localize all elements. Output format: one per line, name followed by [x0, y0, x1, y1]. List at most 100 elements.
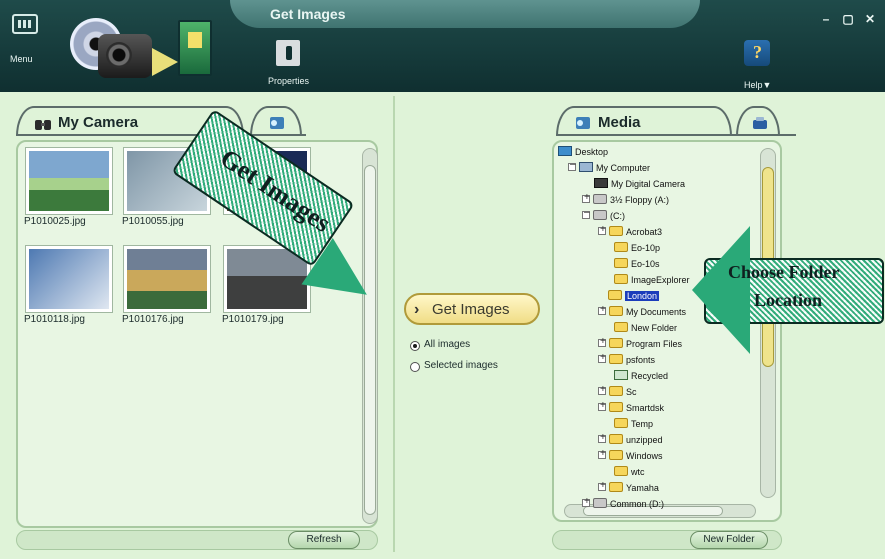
camera-icon [98, 34, 152, 78]
tree-item-my-documents[interactable]: My Documents [598, 304, 686, 321]
tree-item-yamaha[interactable]: Yamaha [598, 480, 659, 497]
thumbnail-label-5: P1010176.jpg [122, 314, 184, 325]
close-button[interactable]: ✕ [862, 12, 878, 26]
tab-media[interactable]: Media [556, 106, 732, 136]
radio-all-images-label: All images [424, 339, 471, 350]
menu-button[interactable]: Menu [10, 14, 44, 64]
folder-icon [609, 386, 623, 396]
tree-item-windows[interactable]: Windows [598, 448, 663, 465]
tree-item-my-computer[interactable]: My Computer [568, 159, 650, 177]
folder-icon [609, 450, 623, 460]
refresh-button[interactable]: Refresh [288, 531, 360, 549]
tree-item-acrobat3[interactable]: Acrobat3 [598, 224, 662, 241]
tree-label: 3½ Floppy (A:) [610, 195, 670, 205]
tree-item-smartdsk[interactable]: Smartdsk [598, 400, 665, 417]
expand-icon[interactable] [582, 192, 590, 203]
tree-item-imageexplorer[interactable]: ImageExplorer [614, 274, 690, 289]
folder-icon [609, 226, 623, 236]
expand-icon[interactable] [598, 352, 606, 363]
folder-icon [609, 354, 623, 364]
camera-scroll-thumb[interactable] [364, 165, 376, 515]
tree-item-eo-10p[interactable]: Eo-10p [614, 242, 660, 257]
minimize-icon: – [822, 12, 830, 26]
tree-label: Eo-10p [631, 243, 661, 253]
choose-folder-annotation-arrowhead [692, 226, 750, 354]
tree-item-program-files[interactable]: Program Files [598, 336, 683, 353]
tree-label: Common (D:) [610, 499, 665, 509]
collapse-icon[interactable] [582, 207, 590, 219]
tab-camera-media[interactable] [250, 106, 302, 136]
new-folder-button[interactable]: New Folder [690, 531, 768, 549]
expand-icon[interactable] [598, 336, 606, 347]
folder-icon [614, 242, 628, 252]
tree-label: Smartdsk [626, 403, 665, 413]
folder-icon [608, 290, 622, 300]
media-icon [576, 117, 590, 129]
tree-label: My Digital Camera [611, 179, 686, 189]
tab-media-device[interactable] [736, 106, 780, 136]
folder-icon [609, 306, 623, 316]
drive-icon [593, 194, 607, 204]
tree-item-sc[interactable]: Sc [598, 384, 637, 401]
get-images-button[interactable]: › Get Images [404, 293, 540, 325]
radio-selected-images[interactable] [410, 362, 420, 372]
close-icon: ✕ [864, 12, 876, 26]
expand-icon[interactable] [598, 384, 606, 395]
thumbnail-label-4: P1010118.jpg [24, 314, 85, 325]
properties-button[interactable]: Properties [268, 40, 312, 92]
expand-icon[interactable] [598, 304, 606, 315]
tree-item-recycled[interactable]: Recycled [614, 370, 668, 385]
annotation-choose-folder-line1: Choose Folder [728, 262, 840, 282]
center-divider [393, 96, 395, 552]
properties-icon [276, 40, 300, 66]
arrow-icon [152, 48, 178, 76]
tree-label-selected: London [625, 291, 660, 301]
device-tab-icon [753, 117, 767, 129]
header-bar: Get Images Menu Properties Help▼ – ▢ ✕ [0, 0, 885, 92]
collapse-icon[interactable] [568, 159, 576, 171]
tree-item-unzipped[interactable]: unzipped [598, 432, 663, 449]
expand-icon[interactable] [598, 448, 606, 459]
tree-label: psfonts [626, 355, 656, 365]
expand-icon[interactable] [582, 496, 590, 507]
tree-item-my-digital-camera[interactable]: My Digital Camera [594, 178, 685, 193]
tree-item-desktop[interactable]: Desktop [558, 146, 608, 161]
tree-item-new-folder[interactable]: New Folder [614, 322, 677, 337]
maximize-icon: ▢ [842, 12, 854, 26]
tab-label-my-camera: My Camera [58, 114, 139, 131]
tree-label: Program Files [626, 339, 683, 349]
minimize-button[interactable]: – [818, 12, 834, 26]
media-tab-icon [270, 117, 284, 129]
expand-icon[interactable] [598, 400, 606, 411]
help-icon [744, 40, 770, 66]
tree-item-temp[interactable]: Temp [614, 418, 653, 433]
get-images-window: Get Images Menu Properties Help▼ – ▢ ✕ [0, 0, 885, 559]
album-icon [178, 20, 212, 76]
properties-label: Properties [268, 76, 310, 86]
tab-label-media: Media [598, 114, 641, 131]
camera-scrollbar[interactable] [362, 148, 378, 524]
tree-item-c-drive[interactable]: (C:) [582, 207, 625, 225]
help-button[interactable]: Help▼ [736, 40, 776, 92]
expand-icon[interactable] [598, 224, 606, 235]
folder-icon [609, 338, 623, 348]
drive-icon [593, 498, 607, 508]
tree-item-psfonts[interactable]: psfonts [598, 352, 656, 369]
tree-item-eo-10s[interactable]: Eo-10s [614, 258, 660, 273]
radio-all-images[interactable] [410, 341, 420, 351]
expand-icon[interactable] [598, 480, 606, 491]
desktop-icon [558, 146, 572, 156]
maximize-button[interactable]: ▢ [840, 12, 856, 26]
tree-item-wtc[interactable]: wtc [614, 466, 645, 481]
thumbnail-4[interactable] [26, 246, 112, 312]
tree-item-floppy[interactable]: 3½ Floppy (A:) [582, 192, 670, 209]
header-illustration [64, 12, 224, 90]
tree-item-common-d[interactable]: Common (D:) [582, 496, 665, 513]
thumbnail-5[interactable] [124, 246, 210, 312]
expand-icon[interactable] [598, 432, 606, 443]
thumbnail-1[interactable] [26, 148, 112, 214]
binoculars-icon [35, 120, 51, 130]
get-images-label: Get Images [432, 301, 510, 318]
folder-icon [609, 434, 623, 444]
tree-item-london[interactable]: London [608, 290, 660, 305]
